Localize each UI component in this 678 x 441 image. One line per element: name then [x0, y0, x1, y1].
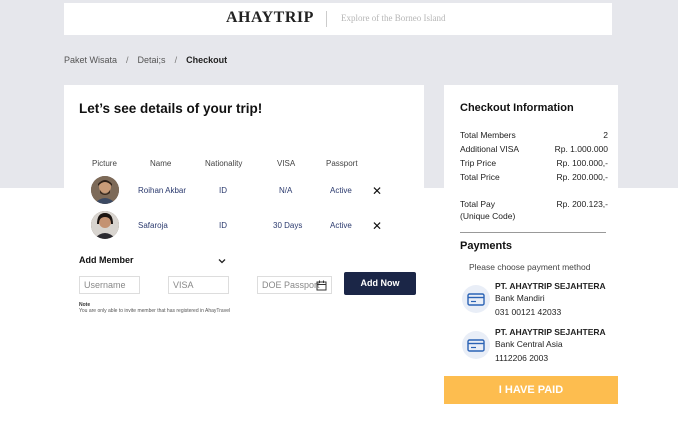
table-row: Roihan Akbar ID N/A Active ✕ [79, 176, 399, 206]
member-nationality: ID [219, 186, 227, 195]
bank-account: 031 00121 42033 [495, 307, 562, 317]
member-name: Safaroja [138, 221, 168, 230]
row-value: Rp. 100.000,- [556, 158, 608, 168]
add-member-label[interactable]: Add Member [79, 255, 134, 265]
breadcrumb: Paket Wisata / Detai;s / Checkout [64, 55, 227, 65]
column-header-picture: Picture [92, 159, 117, 168]
row-label: Trip Price [460, 158, 497, 168]
calendar-icon[interactable] [316, 280, 327, 291]
breadcrumb-checkout: Checkout [186, 55, 228, 65]
checkout-row-total-pay: Total Pay Rp. 200.123,- [460, 199, 608, 209]
row-label: Total Members [460, 130, 516, 140]
checkout-row-trip-price: Trip Price Rp. 100.000,- [460, 158, 608, 168]
total-pay-value: Rp. 200.123,- [556, 199, 608, 209]
row-value: Rp. 1.000.000 [554, 144, 608, 154]
column-header-passport: Passport [326, 159, 358, 168]
breadcrumb-separator: / [126, 55, 129, 65]
checkout-row-total-price: Total Price Rp. 200.000,- [460, 172, 608, 182]
row-value: 2 [603, 130, 608, 140]
brand-logo[interactable]: AHAYTRIP [226, 9, 314, 27]
member-passport: Active [330, 221, 352, 230]
bank-company: PT. AHAYTRIP SEJAHTERA [495, 281, 606, 291]
breadcrumb-separator: / [174, 55, 178, 65]
row-value: Rp. 200.000,- [556, 172, 608, 182]
column-header-nationality: Nationality [205, 159, 243, 168]
checkout-title: Checkout Information [460, 102, 574, 114]
trip-title: Let’s see details of your trip! [79, 101, 263, 116]
credit-card-icon [462, 285, 490, 313]
checkout-divider [460, 232, 606, 233]
doe-passport-placeholder: DOE Passport [262, 280, 320, 290]
payments-subtitle: Please choose payment method [469, 262, 591, 272]
username-input[interactable]: Username [79, 276, 140, 294]
row-label: Additional VISA [460, 144, 520, 154]
column-header-name: Name [150, 159, 172, 168]
note-text: You are only able to invite member that … [79, 308, 231, 314]
bank-name: Bank Mandiri [495, 293, 545, 303]
remove-member-icon[interactable]: ✕ [372, 220, 382, 232]
credit-card-icon [462, 331, 490, 359]
column-header-visa: VISA [277, 159, 296, 168]
bank-company: PT. AHAYTRIP SEJAHTERA [495, 327, 606, 337]
visa-input[interactable]: VISA [168, 276, 229, 294]
checkout-row-total-members: Total Members 2 [460, 130, 608, 140]
payment-option-mandiri[interactable]: PT. AHAYTRIP SEJAHTERA Bank Mandiri 031 … [462, 281, 612, 321]
bank-name: Bank Central Asia [495, 339, 563, 349]
member-visa: N/A [279, 186, 293, 195]
total-pay-label: Total Pay [460, 199, 495, 209]
breadcrumb-details[interactable]: Detai;s [138, 55, 166, 65]
checkout-row-unique-code: (Unique Code) [460, 211, 608, 221]
doe-passport-input[interactable]: DOE Passport [257, 276, 332, 294]
unique-code-label: (Unique Code) [460, 211, 516, 221]
row-label: Total Price [460, 172, 500, 182]
member-name: Roihan Akbar [138, 186, 187, 195]
bank-account: 1112206 2003 [495, 353, 549, 363]
payments-title: Payments [460, 240, 512, 252]
table-row: Safaroja ID 30 Days Active ✕ [79, 211, 399, 241]
member-nationality: ID [219, 221, 227, 230]
member-passport: Active [330, 186, 352, 195]
avatar [91, 176, 119, 204]
member-visa: 30 Days [273, 221, 303, 230]
remove-member-icon[interactable]: ✕ [372, 185, 382, 197]
breadcrumb-paket-wisata[interactable]: Paket Wisata [64, 55, 117, 65]
site-header: AHAYTRIP Explore of the Borneo Island [64, 3, 612, 35]
checkout-row-additional-visa: Additional VISA Rp. 1.000.000 [460, 144, 608, 154]
i-have-paid-button[interactable]: I HAVE PAID [444, 376, 618, 404]
payment-option-bca[interactable]: PT. AHAYTRIP SEJAHTERA Bank Central Asia… [462, 327, 612, 367]
chevron-down-icon[interactable] [217, 256, 227, 266]
header-tagline: Explore of the Borneo Island [341, 13, 446, 23]
avatar [91, 211, 119, 239]
header-divider [326, 11, 327, 27]
add-now-button[interactable]: Add Now [344, 272, 416, 295]
